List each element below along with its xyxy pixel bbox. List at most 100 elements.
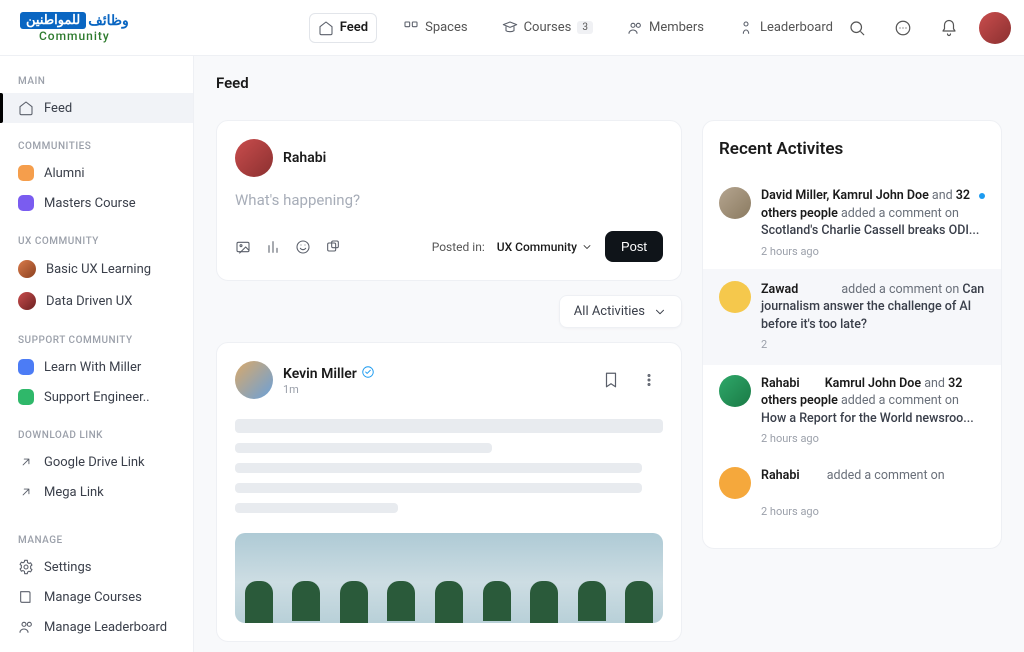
sidebar-item-basic-ux[interactable]: Basic UX Learning <box>0 253 193 285</box>
home-icon <box>318 20 334 36</box>
activity-names: Rahabi <box>761 468 800 483</box>
skeleton-line <box>235 419 663 433</box>
arrow-up-right-icon <box>18 484 34 500</box>
users-icon <box>627 20 643 36</box>
trophy-icon <box>738 20 754 36</box>
activity-connector: and <box>929 188 956 203</box>
chevron-down-icon <box>581 241 593 253</box>
activity-action: added a comment on <box>841 282 962 297</box>
activity-names2: Kamrul John Doe <box>825 376 921 391</box>
activity-action: added a comment on <box>827 468 945 483</box>
activity-item[interactable]: Rahabi added a comment on 2 hours ago <box>719 457 985 530</box>
community-avatar-icon <box>18 260 36 278</box>
unread-dot-icon <box>979 193 985 199</box>
nav-leaderboard-label: Leaderboard <box>760 20 833 35</box>
book-icon <box>18 589 34 605</box>
composer-input[interactable]: What's happening? <box>235 191 663 209</box>
activity-item[interactable]: David Miller, Kamrul John Doe and 32 oth… <box>719 177 985 269</box>
post-author-avatar[interactable] <box>235 361 273 399</box>
activity-time: 2 hours ago <box>761 244 985 259</box>
sidebar-item-data-ux[interactable]: Data Driven UX <box>0 285 193 317</box>
nav-courses[interactable]: Courses 3 <box>494 14 601 42</box>
community-avatar-icon <box>18 292 36 310</box>
arrow-up-right-icon <box>18 454 34 470</box>
sidebar-item-masters[interactable]: Masters Course <box>0 188 193 218</box>
nav-spaces-label: Spaces <box>425 20 468 35</box>
sidebar-item-label: Masters Course <box>44 196 136 211</box>
posted-in-select[interactable]: UX Community <box>497 240 593 254</box>
verified-badge-icon <box>361 365 375 383</box>
post-button[interactable]: Post <box>605 231 663 262</box>
sidebar-item-label: Alumni <box>44 166 85 181</box>
sidebar-item-feed[interactable]: Feed <box>0 93 193 123</box>
sidebar-item-manage-courses[interactable]: Manage Courses <box>0 582 193 612</box>
activity-time: 2 <box>761 337 985 352</box>
sidebar-item-label: Learn With Miller <box>44 360 141 375</box>
sidebar-item-mega[interactable]: Mega Link <box>0 477 193 507</box>
sidebar-section-download: DOWNLOAD LINK <box>0 424 193 447</box>
post-image[interactable] <box>235 533 663 623</box>
sidebar-item-manage-leaderboard[interactable]: Manage Leaderboard <box>0 612 193 642</box>
top-header: للمواطنين وظائف Community Feed Spaces Co… <box>0 0 1024 56</box>
header-actions <box>841 12 1011 44</box>
chevron-down-icon <box>653 305 667 319</box>
poll-icon[interactable] <box>265 239 281 255</box>
nav-feed[interactable]: Feed <box>309 13 377 43</box>
skeleton-line <box>235 503 398 513</box>
sidebar-item-label: Support Engineer.. <box>44 390 150 405</box>
sidebar-item-label: Feed <box>44 101 72 116</box>
activity-target: Scotland's Charlie Cassell breaks ODI... <box>761 223 979 238</box>
activity-item[interactable]: Zawad added a comment on Can journalism … <box>703 269 1001 365</box>
search-icon[interactable] <box>841 12 873 44</box>
nav-members-label: Members <box>649 20 704 35</box>
activity-avatar <box>719 375 751 407</box>
post-author[interactable]: Kevin Miller <box>283 365 375 383</box>
sidebar-item-support-eng[interactable]: Support Engineer.. <box>0 382 193 412</box>
sidebar-item-alumni[interactable]: Alumni <box>0 158 193 188</box>
home-icon <box>18 100 34 116</box>
activity-avatar <box>719 281 751 313</box>
community-dot-icon <box>18 195 34 211</box>
chat-icon[interactable] <box>887 12 919 44</box>
composer-name: Rahabi <box>283 150 326 166</box>
user-avatar[interactable] <box>979 12 1011 44</box>
sidebar-section-support: SUPPORT COMMUNITY <box>0 329 193 352</box>
community-dot-icon <box>18 165 34 181</box>
more-icon[interactable] <box>635 366 663 394</box>
sidebar-item-label: Google Drive Link <box>44 455 145 470</box>
composer-avatar[interactable] <box>235 139 273 177</box>
community-dot-icon <box>18 389 34 405</box>
activity-names: Rahabi <box>761 376 800 391</box>
sidebar-item-gdrive[interactable]: Google Drive Link <box>0 447 193 477</box>
nav-feed-label: Feed <box>340 20 368 35</box>
sidebar-section-ux: UX COMMUNITY <box>0 230 193 253</box>
sidebar-section-main: MAIN <box>0 70 193 93</box>
attach-icon[interactable] <box>325 239 341 255</box>
post-time: 1m <box>283 383 375 396</box>
image-icon[interactable] <box>235 239 251 255</box>
sidebar-item-settings[interactable]: Settings <box>0 552 193 582</box>
activity-time: 2 hours ago <box>761 431 985 446</box>
bookmark-icon[interactable] <box>597 366 625 394</box>
bell-icon[interactable] <box>933 12 965 44</box>
community-dot-icon <box>18 359 34 375</box>
logo-arabic-box: للمواطنين <box>20 12 86 29</box>
logo-arabic-text: وظائف <box>88 13 129 29</box>
activity-filter[interactable]: All Activities <box>559 295 682 328</box>
sidebar-item-label: Basic UX Learning <box>46 262 151 277</box>
logo[interactable]: للمواطنين وظائف Community <box>20 12 129 43</box>
skeleton-line <box>235 483 642 493</box>
nav-leaderboard[interactable]: Leaderboard <box>730 14 841 42</box>
activities-title: Recent Activites <box>719 139 985 159</box>
activity-action: added a comment on <box>838 206 959 221</box>
sidebar-item-label: Mega Link <box>44 485 104 500</box>
nav-spaces[interactable]: Spaces <box>395 14 476 42</box>
activity-item[interactable]: Rahabi Kamrul John Doe and 32 others peo… <box>719 365 985 457</box>
page-title: Feed <box>216 74 1002 92</box>
activities-card: Recent Activites David Miller, Kamrul Jo… <box>702 120 1002 549</box>
sidebar: MAIN Feed COMMUNITIES Alumni Masters Cou… <box>0 56 194 652</box>
grid-icon <box>403 20 419 36</box>
emoji-icon[interactable] <box>295 239 311 255</box>
sidebar-item-learn-miller[interactable]: Learn With Miller <box>0 352 193 382</box>
nav-members[interactable]: Members <box>619 14 712 42</box>
